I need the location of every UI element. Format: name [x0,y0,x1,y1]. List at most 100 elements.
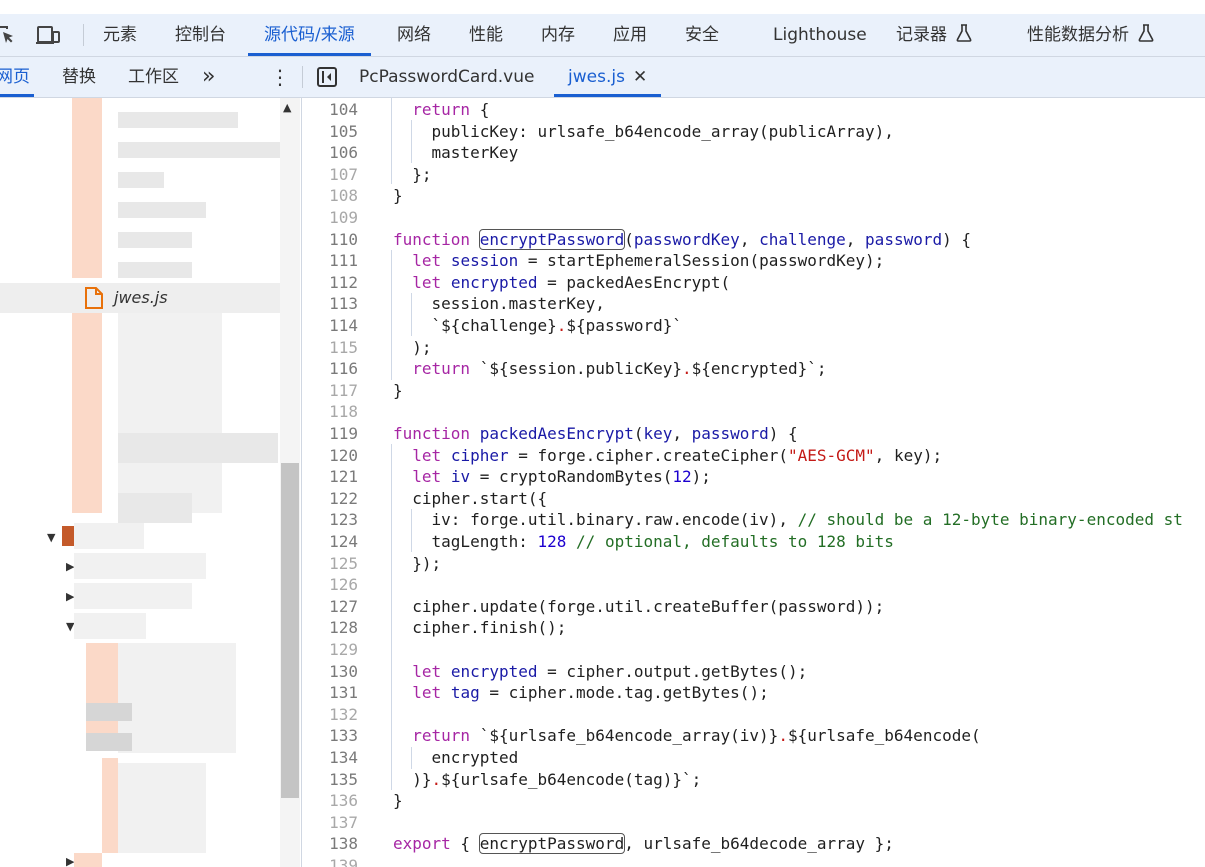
tab-page[interactable]: 网页 [0,57,34,97]
line-number[interactable]: 123 [303,509,358,531]
line-number[interactable]: 119 [303,423,358,445]
line-number[interactable]: 124 [303,531,358,553]
code-line[interactable]: 121 let iv = cryptoRandomBytes(12); [303,466,1205,488]
code-line[interactable]: 108} [303,185,1205,207]
code-line[interactable]: 104 return { [303,99,1205,121]
code-line[interactable]: 129 [303,639,1205,661]
tab-overrides[interactable]: 替换 [62,57,96,97]
line-number[interactable]: 125 [303,553,358,575]
code-line[interactable]: 138 export { encryptPassword, urlsafe_b64… [303,833,1205,855]
code-line[interactable]: 110 function encryptPassword(passwordKey,… [303,228,1205,251]
code-line[interactable]: 127 cipher.update(forge.util.createBuffe… [303,596,1205,618]
expand-arrow-icon[interactable]: ▼ [47,531,55,544]
line-number[interactable]: 132 [303,704,358,726]
line-number[interactable]: 135 [303,769,358,791]
line-number[interactable]: 127 [303,596,358,618]
line-number[interactable]: 108 [303,185,358,207]
file-navigator: ▲ jwes.js ▼ ▶ ▶ ▼ ▶ [0,98,302,867]
code-line[interactable]: 134 encrypted [303,747,1205,769]
tab-lighthouse[interactable]: Lighthouse [773,14,867,56]
code-line[interactable]: 118 [303,401,1205,423]
tab-console[interactable]: 控制台 [175,14,226,56]
tab-performance[interactable]: 性能 [469,14,503,56]
code-line[interactable]: 117} [303,380,1205,402]
line-number[interactable]: 137 [303,812,358,834]
inspect-element-icon[interactable] [0,24,16,46]
line-number[interactable]: 122 [303,488,358,510]
line-number[interactable]: 136 [303,790,358,812]
tab-elements[interactable]: 元素 [103,14,137,56]
line-number[interactable]: 130 [303,661,358,683]
navigator-scrollbar-thumb[interactable] [281,463,299,798]
line-number[interactable]: 129 [303,639,358,661]
line-number[interactable]: 109 [303,207,358,229]
code-line[interactable]: 114 `${challenge}.${password}` [303,315,1205,337]
code-line[interactable]: 109 [303,207,1205,229]
code-line[interactable]: 137 [303,812,1205,834]
code-line[interactable]: 133 return `${urlsafe_b64encode_array(iv… [303,725,1205,747]
code-editor[interactable]: 104 return {105 publicKey: urlsafe_b64en… [303,98,1205,867]
line-number[interactable]: 121 [303,466,358,488]
line-number[interactable]: 133 [303,725,358,747]
tab-recorder[interactable]: 记录器 [896,14,972,56]
tab-sources[interactable]: 源代码/来源 [248,14,371,56]
code-line[interactable]: 126 [303,574,1205,596]
toggle-navigator-icon[interactable] [316,66,338,92]
file-tab-jwes[interactable]: jwes.js ✕ [554,57,662,97]
tab-network[interactable]: 网络 [397,14,431,56]
scroll-up-icon[interactable]: ▲ [283,101,291,114]
code-line[interactable]: 136} [303,790,1205,812]
code-line[interactable]: 119 function packedAesEncrypt(key, passwo… [303,423,1205,445]
code-line[interactable]: 111 let session = startEphemeralSession(… [303,250,1205,272]
device-toolbar-icon[interactable] [36,24,62,46]
code-line[interactable]: 122 cipher.start({ [303,488,1205,510]
line-number[interactable]: 114 [303,315,358,337]
line-number[interactable]: 134 [303,747,358,769]
code-line[interactable]: 115 ); [303,337,1205,359]
line-number[interactable]: 113 [303,293,358,315]
tab-application[interactable]: 应用 [613,14,647,56]
code-line[interactable]: 106 masterKey [303,142,1205,164]
line-number[interactable]: 104 [303,99,358,121]
code-line[interactable]: 132 [303,704,1205,726]
code-line[interactable]: 116 return `${session.publicKey}.${encry… [303,358,1205,380]
tab-performance-insights[interactable]: 性能数据分析 [1027,14,1154,56]
line-number[interactable]: 105 [303,121,358,143]
code-line[interactable]: 112 let encrypted = packedAesEncrypt( [303,272,1205,294]
obscured-tree-item [118,433,278,463]
line-number[interactable]: 118 [303,401,358,423]
code-line[interactable]: 130 let encrypted = cipher.output.getByt… [303,661,1205,683]
code-line[interactable]: 123 iv: forge.util.binary.raw.encode(iv)… [303,509,1205,531]
code-line[interactable]: 105 publicKey: urlsafe_b64encode_array(p… [303,121,1205,143]
tab-security[interactable]: 安全 [685,14,719,56]
more-tabs-icon[interactable]: » [202,57,215,97]
code-line[interactable]: 139 [303,855,1205,867]
tab-memory[interactable]: 内存 [541,14,575,56]
line-number[interactable]: 139 [303,855,358,867]
code-line[interactable]: 128 cipher.finish(); [303,617,1205,639]
line-number[interactable]: 128 [303,617,358,639]
line-number[interactable]: 131 [303,682,358,704]
close-icon[interactable]: ✕ [633,67,647,87]
code-line[interactable]: 125 }); [303,553,1205,575]
line-number[interactable]: 120 [303,445,358,467]
line-number[interactable]: 106 [303,142,358,164]
line-number[interactable]: 112 [303,272,358,294]
line-number[interactable]: 111 [303,250,358,272]
code-line[interactable]: 131 let tag = cipher.mode.tag.getBytes()… [303,682,1205,704]
line-number[interactable]: 110 [303,229,358,251]
tab-workspace[interactable]: 工作区 [128,57,179,97]
line-number[interactable]: 117 [303,380,358,402]
line-number[interactable]: 116 [303,358,358,380]
line-number[interactable]: 138 [303,833,358,855]
file-tab-pcpasswordcard[interactable]: PcPasswordCard.vue [359,57,534,97]
code-line[interactable]: 135 )}.${urlsafe_b64encode(tag)}`; [303,769,1205,791]
line-number[interactable]: 115 [303,337,358,359]
line-number[interactable]: 126 [303,574,358,596]
code-line[interactable]: 120 let cipher = forge.cipher.createCiph… [303,445,1205,467]
code-line[interactable]: 124 tagLength: 128 // optional, defaults… [303,531,1205,553]
code-line[interactable]: 113 session.masterKey, [303,293,1205,315]
line-number[interactable]: 107 [303,164,358,186]
more-options-icon[interactable]: ⋮ [270,57,290,97]
code-line[interactable]: 107 }; [303,164,1205,186]
